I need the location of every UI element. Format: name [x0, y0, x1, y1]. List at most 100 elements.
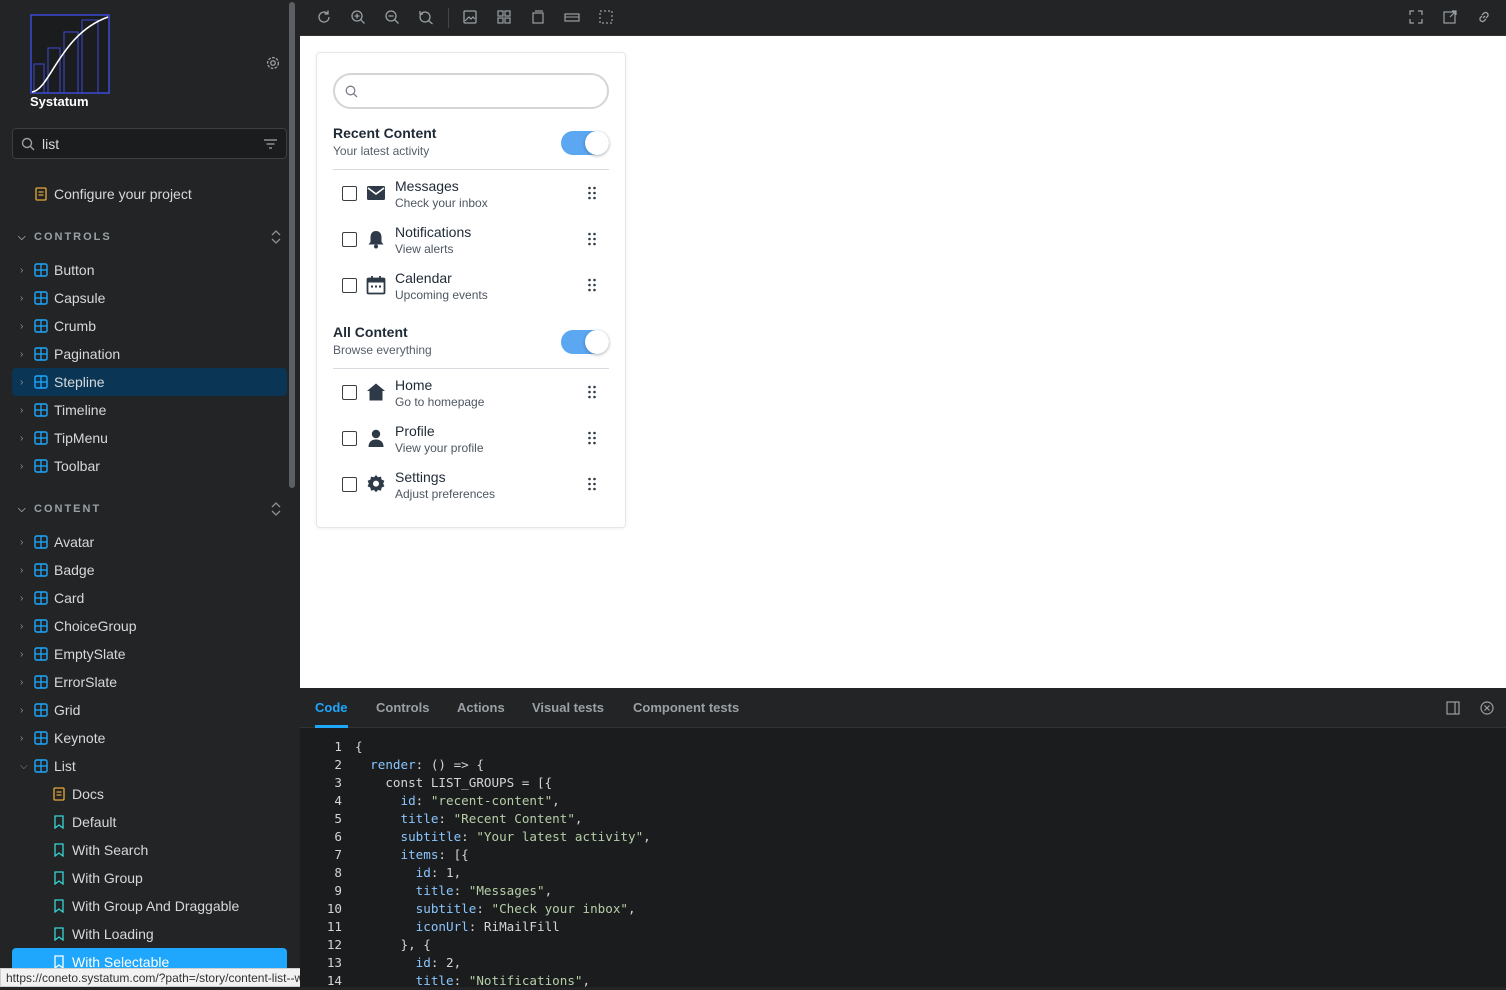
sidebar: Systatum list Configure your project ⌵ C… [0, 0, 300, 987]
tab-controls[interactable]: Controls [376, 688, 429, 728]
preview-toolbar [300, 0, 1506, 36]
background-icon[interactable] [462, 9, 478, 25]
group-toggle[interactable] [561, 330, 609, 354]
sidebar-item-badge[interactable]: › Badge [12, 556, 287, 584]
list-item[interactable]: Notifications View alerts [333, 217, 609, 263]
expand-collapse-icon[interactable] [269, 500, 283, 518]
tab-component-tests[interactable]: Component tests [633, 688, 739, 728]
zoom-in-icon[interactable] [350, 9, 366, 25]
sidebar-item-crumb[interactable]: › Crumb [12, 312, 287, 340]
list-item[interactable]: Profile View your profile [333, 416, 609, 462]
configure-project-link[interactable]: Configure your project [34, 184, 192, 204]
zoom-out-icon[interactable] [384, 9, 400, 25]
code-text: { [355, 739, 363, 754]
item-checkbox[interactable] [342, 232, 357, 247]
line-number: 14 [326, 973, 342, 988]
sidebar-item-list[interactable]: ⌵ List [12, 752, 287, 780]
sidebar-item-keynote[interactable]: › Keynote [12, 724, 287, 752]
drag-handle-icon[interactable] [587, 477, 597, 491]
sidebar-item-choicegroup[interactable]: › ChoiceGroup [12, 612, 287, 640]
sidebar-item-grid[interactable]: › Grid [12, 696, 287, 724]
sidebar-search-input[interactable]: list [12, 128, 287, 159]
code-line: 2 render: () => { [300, 756, 1506, 774]
code-line: 12 }, { [300, 936, 1506, 954]
outline-icon[interactable] [598, 9, 614, 25]
sidebar-item-label: Badge [54, 562, 95, 578]
line-number: 11 [326, 919, 342, 934]
tab-actions[interactable]: Actions [457, 688, 505, 728]
list-search-input[interactable] [333, 73, 609, 109]
sidebar-item-tipmenu[interactable]: › TipMenu [12, 424, 287, 452]
drag-handle-icon[interactable] [587, 232, 597, 246]
component-icon [34, 731, 48, 745]
sidebar-item-label: Avatar [54, 534, 95, 550]
addons-panel: Code Controls Actions Visual tests Compo… [300, 688, 1506, 990]
close-panel-icon[interactable] [1480, 701, 1494, 715]
story-default[interactable]: Default [52, 808, 116, 836]
sidebar-item-label: Stepline [54, 374, 105, 390]
drag-handle-icon[interactable] [587, 278, 597, 292]
section-content[interactable]: ⌵ CONTENT [18, 500, 283, 518]
bookmark-icon [54, 899, 64, 913]
tab-code[interactable]: Code [315, 688, 348, 728]
chevron-right-icon: › [20, 264, 24, 276]
list-item[interactable]: Home Go to homepage [333, 370, 609, 416]
story-with-group[interactable]: With Group [52, 864, 143, 892]
sidebar-item-pagination[interactable]: › Pagination [12, 340, 287, 368]
item-checkbox[interactable] [342, 431, 357, 446]
sidebar-item-button[interactable]: › Button [12, 256, 287, 284]
drag-handle-icon[interactable] [587, 186, 597, 200]
zoom-reset-icon[interactable] [418, 9, 434, 25]
bookmark-icon [54, 843, 64, 857]
item-checkbox[interactable] [342, 186, 357, 201]
sidebar-item-card[interactable]: › Card [12, 584, 287, 612]
tab-visual-tests[interactable]: Visual tests [532, 688, 604, 728]
gear-icon[interactable] [264, 54, 282, 72]
drag-handle-icon[interactable] [587, 431, 597, 445]
expand-collapse-icon[interactable] [269, 228, 283, 246]
chevron-down-icon: ⌵ [20, 760, 28, 772]
sidebar-scrollbar[interactable] [289, 2, 295, 488]
code-line: 1{ [300, 738, 1506, 756]
code-line: 14 title: "Notifications", [300, 972, 1506, 990]
item-subtitle: View alerts [395, 242, 454, 256]
toggle-knob [585, 330, 609, 354]
story-with-loading[interactable]: With Loading [52, 920, 154, 948]
fullscreen-icon[interactable] [1408, 9, 1424, 25]
sidebar-item-capsule[interactable]: › Capsule [12, 284, 287, 312]
open-new-tab-icon[interactable] [1442, 9, 1458, 25]
item-title: Home [395, 377, 433, 393]
story-with-group-and-draggable[interactable]: With Group And Draggable [52, 892, 239, 920]
item-checkbox[interactable] [342, 477, 357, 492]
section-controls[interactable]: ⌵ CONTROLS [18, 228, 283, 246]
drag-handle-icon[interactable] [587, 385, 597, 399]
sidebar-item-toolbar[interactable]: › Toolbar [12, 452, 287, 480]
bell-icon [366, 229, 386, 249]
filter-icon[interactable] [264, 138, 277, 150]
list-item[interactable]: Settings Adjust preferences [333, 462, 609, 508]
reload-icon[interactable] [316, 9, 332, 25]
item-checkbox[interactable] [342, 278, 357, 293]
viewport-icon[interactable] [530, 9, 546, 25]
ruler-icon[interactable] [564, 9, 580, 25]
code-line: 5 title: "Recent Content", [300, 810, 1506, 828]
item-checkbox[interactable] [342, 385, 357, 400]
group-toggle[interactable] [561, 131, 609, 155]
chevron-right-icon: › [20, 536, 24, 548]
sidebar-item-label: ErrorSlate [54, 674, 118, 690]
list-item[interactable]: Messages Check your inbox [333, 171, 609, 217]
sidebar-item-avatar[interactable]: › Avatar [12, 528, 287, 556]
sidebar-item-errorslate[interactable]: › ErrorSlate [12, 668, 287, 696]
sidebar-item-emptyslate[interactable]: › EmptySlate [12, 640, 287, 668]
chevron-right-icon: › [20, 460, 24, 472]
copy-link-icon[interactable] [1476, 9, 1492, 25]
toggle-knob [585, 131, 609, 155]
story-docs[interactable]: Docs [52, 780, 104, 808]
panel-orientation-icon[interactable] [1446, 701, 1460, 715]
sidebar-item-timeline[interactable]: › Timeline [12, 396, 287, 424]
grid-icon[interactable] [496, 9, 512, 25]
story-with-search[interactable]: With Search [52, 836, 148, 864]
item-subtitle: View your profile [395, 441, 484, 455]
list-item[interactable]: Calendar Upcoming events [333, 263, 609, 309]
sidebar-item-stepline[interactable]: › Stepline [12, 368, 287, 396]
